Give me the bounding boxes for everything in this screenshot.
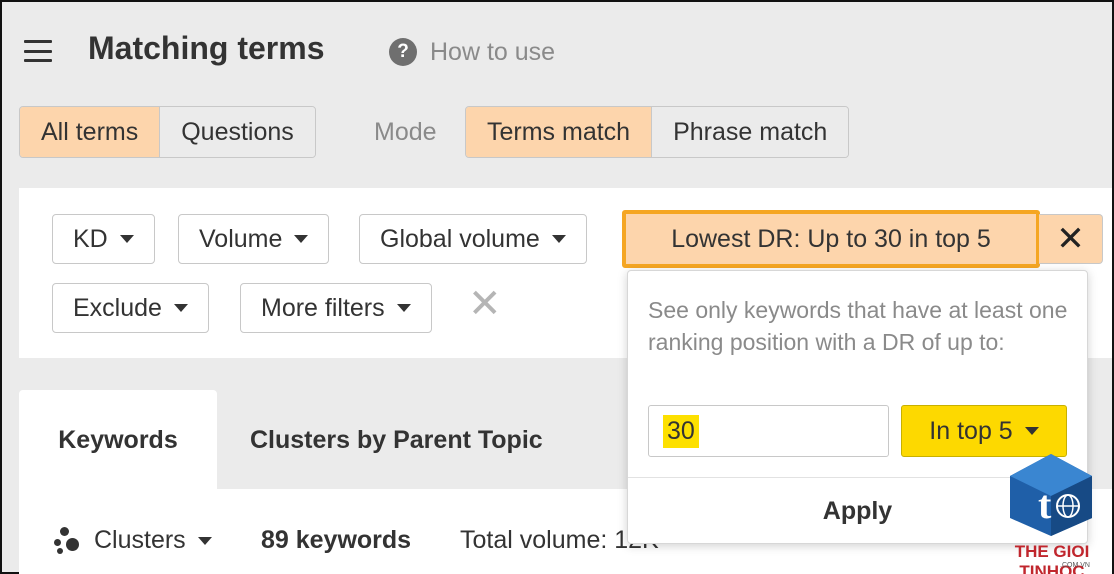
tab-clusters-by-parent-topic[interactable]: Clusters by Parent Topic <box>250 426 543 455</box>
more-filters-button[interactable]: More filters <box>240 283 432 333</box>
more-filters-label: More filters <box>261 293 385 322</box>
mode-label: Mode <box>374 118 437 146</box>
terms-match-button[interactable]: Terms match <box>466 107 652 157</box>
dr-value-input[interactable]: 30 <box>648 405 889 457</box>
close-icon: ✕ <box>1056 220 1085 258</box>
exclude-filter[interactable]: Exclude <box>52 283 209 333</box>
all-terms-button[interactable]: All terms <box>20 107 160 157</box>
clusters-dropdown[interactable]: Clusters <box>54 526 212 555</box>
page-title: Matching terms <box>88 30 325 66</box>
volume-filter-label: Volume <box>199 224 283 253</box>
kd-filter[interactable]: KD <box>52 214 155 264</box>
menu-icon[interactable] <box>24 40 52 62</box>
keyword-count: 89 keywords <box>261 526 412 554</box>
chevron-down-icon <box>294 235 309 243</box>
exclude-filter-label: Exclude <box>73 293 162 322</box>
watermark-logo: t THE GIOI TINHOC .COM.VN <box>990 450 1114 574</box>
chevron-down-icon <box>551 235 566 243</box>
clear-filters-icon[interactable]: ✕ <box>468 284 502 324</box>
lowest-dr-filter[interactable]: Lowest DR: Up to 30 in top 5 <box>622 210 1040 268</box>
global-volume-filter[interactable]: Global volume <box>359 214 587 264</box>
svg-text:t: t <box>1038 482 1052 527</box>
remove-dr-filter-button[interactable]: ✕ <box>1039 214 1103 264</box>
global-volume-filter-label: Global volume <box>380 224 540 253</box>
volume-filter[interactable]: Volume <box>178 214 330 264</box>
brand-logo-icon: t <box>1010 454 1092 536</box>
how-to-use-link[interactable]: How to use <box>430 38 555 67</box>
help-icon[interactable]: ? <box>389 38 417 66</box>
chevron-down-icon <box>1024 427 1039 435</box>
terms-toggle: All terms Questions <box>19 106 316 158</box>
watermark-brand: THE GIOI TINHOC <box>1014 542 1090 574</box>
tab-keywords[interactable]: Keywords <box>19 390 217 490</box>
clusters-icon <box>54 526 82 555</box>
kd-filter-label: KD <box>73 224 108 253</box>
popover-description: See only keywords that have at least one… <box>648 297 1068 355</box>
questions-button[interactable]: Questions <box>159 107 315 157</box>
chevron-down-icon <box>396 304 411 312</box>
dr-value: 30 <box>663 414 699 448</box>
clusters-label: Clusters <box>94 526 186 554</box>
chevron-down-icon <box>119 235 134 243</box>
header: Matching terms ? How to use <box>2 2 1112 102</box>
lowest-dr-filter-label: Lowest DR: Up to 30 in top 5 <box>671 224 991 253</box>
watermark-domain: .COM.VN <box>1060 562 1090 569</box>
chevron-down-icon <box>197 536 212 545</box>
chevron-down-icon <box>173 304 188 312</box>
position-select-label: In top 5 <box>929 416 1013 445</box>
mode-toggle: Terms match Phrase match <box>465 106 850 158</box>
phrase-match-button[interactable]: Phrase match <box>651 107 849 157</box>
